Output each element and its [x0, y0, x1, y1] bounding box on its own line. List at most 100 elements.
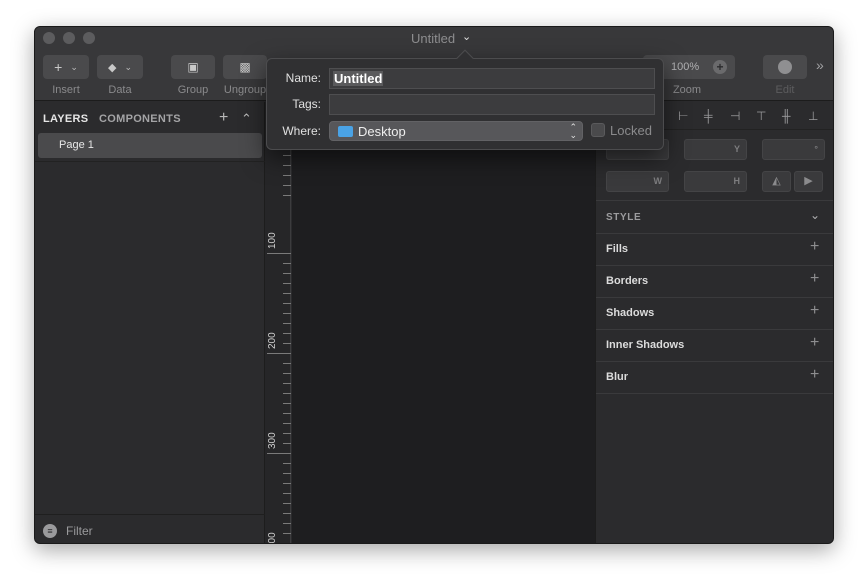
ruler-tick	[283, 283, 291, 284]
add-shadow-icon[interactable]: +	[810, 302, 819, 320]
y-field[interactable]: Y	[684, 139, 747, 160]
ungroup-button[interactable]: ▩	[223, 55, 267, 79]
blur-label: Blur	[606, 371, 628, 383]
add-fill-icon[interactable]: +	[810, 238, 819, 256]
close-window-button[interactable]	[43, 32, 55, 44]
where-select[interactable]: Desktop ⌃ ⌄	[329, 121, 583, 141]
data-button[interactable]: ◆ ⌄	[97, 55, 143, 79]
ruler-tick	[283, 333, 291, 334]
ruler-tick	[283, 513, 291, 514]
ruler-tick	[283, 503, 291, 504]
inner-shadows-label: Inner Shadows	[606, 339, 685, 351]
zoom-in-icon[interactable]: +	[713, 60, 727, 74]
inspector-divider	[596, 297, 833, 298]
filter-label: Filter	[66, 524, 93, 538]
chevron-down-icon[interactable]: ⌄	[810, 208, 820, 222]
ruler-tick	[283, 463, 291, 464]
ruler-tick	[283, 185, 291, 186]
name-field[interactable]: Untitled	[329, 68, 655, 89]
ruler-mark: 200	[267, 332, 278, 349]
ruler-major-tick	[267, 353, 291, 354]
zoom-value: 100%	[671, 61, 700, 73]
zoom-window-button[interactable]	[83, 32, 95, 44]
collapse-pages-icon[interactable]: ⌃	[241, 111, 252, 127]
ruler-tick	[283, 523, 291, 524]
ungroup-label: Ungroup	[223, 84, 267, 96]
edit-label: Edit	[775, 84, 795, 96]
ruler-tick	[283, 263, 291, 264]
align-center-horizontal-icon[interactable]: ╪	[704, 109, 713, 123]
window-title[interactable]: Untitled	[411, 31, 455, 46]
zoom-label: Zoom	[672, 84, 702, 96]
add-inner-shadow-icon[interactable]: +	[810, 334, 819, 352]
width-field[interactable]: W	[606, 171, 669, 192]
tags-field[interactable]	[329, 94, 655, 115]
where-label: Where:	[282, 124, 321, 138]
layers-sidebar: LAYERS COMPONENTS + ⌃ Page 1 ≡ Filter	[35, 102, 265, 543]
plus-icon: +	[54, 59, 63, 75]
insert-button[interactable]: + ⌄	[43, 55, 89, 79]
align-bottom-icon[interactable]: ⊥	[808, 109, 818, 123]
canvas[interactable]	[292, 102, 595, 543]
tags-label: Tags:	[292, 97, 321, 111]
ruler-mark: 300	[267, 432, 278, 449]
add-blur-icon[interactable]: +	[810, 366, 819, 384]
where-select-value: Desktop	[358, 124, 406, 139]
align-left-icon[interactable]: ⊢	[678, 109, 688, 123]
align-top-icon[interactable]: ⊤	[756, 109, 766, 123]
rotation-field-label: °	[814, 144, 818, 154]
inspector-divider	[596, 233, 833, 234]
tab-layers[interactable]: LAYERS	[43, 113, 88, 125]
filter-icon: ≡	[43, 524, 57, 538]
rotation-field[interactable]: °	[762, 139, 825, 160]
edit-icon	[778, 60, 792, 74]
align-middle-vertical-icon[interactable]: ╫	[782, 109, 791, 123]
toolbar-overflow-icon[interactable]: »	[816, 57, 824, 73]
data-label: Data	[108, 84, 132, 96]
ruler-tick	[283, 323, 291, 324]
ruler-tick	[283, 195, 291, 196]
page-name: Page 1	[59, 139, 94, 151]
align-right-icon[interactable]: ⊣	[730, 109, 740, 123]
ruler-major-tick	[267, 453, 291, 454]
minimize-window-button[interactable]	[63, 32, 75, 44]
ruler-tick	[283, 155, 291, 156]
ruler-tick	[283, 343, 291, 344]
ruler-tick	[283, 413, 291, 414]
name-label: Name:	[285, 71, 321, 85]
height-field-label: H	[733, 176, 741, 186]
inspector-divider	[596, 361, 833, 362]
flip-vertical-icon[interactable]: ▶	[794, 171, 823, 192]
ruler-tick	[283, 443, 291, 444]
edit-button[interactable]	[763, 55, 807, 79]
ruler-tick	[283, 303, 291, 304]
group-label: Group	[177, 84, 209, 96]
ruler-tick	[283, 493, 291, 494]
ruler-tick	[283, 533, 291, 534]
ruler-tick	[283, 165, 291, 166]
filter-bar[interactable]: ≡ Filter	[35, 514, 265, 543]
add-page-icon[interactable]: +	[219, 109, 228, 127]
style-header: STYLE	[606, 212, 642, 223]
folder-icon	[338, 126, 353, 137]
ruler-tick	[283, 423, 291, 424]
inspector-divider	[596, 329, 833, 330]
data-icon: ◆	[107, 61, 117, 74]
flip-horizontal-icon[interactable]: ◭	[762, 171, 791, 192]
group-button[interactable]: ▣	[171, 55, 215, 79]
y-field-label: Y	[733, 144, 740, 154]
width-field-label: W	[653, 176, 663, 186]
inspector-divider	[596, 265, 833, 266]
height-field[interactable]: H	[684, 171, 747, 192]
add-border-icon[interactable]: +	[810, 270, 819, 288]
name-field-value: Untitled	[333, 71, 384, 86]
ruler-tick	[283, 273, 291, 274]
page-list-item[interactable]: Page 1	[38, 133, 262, 158]
ruler-tick	[283, 363, 291, 364]
ruler-tick	[283, 293, 291, 294]
locked-checkbox[interactable]	[591, 123, 605, 137]
group-icon: ▣	[187, 60, 199, 74]
title-chevron-icon[interactable]: ⌄	[462, 30, 471, 43]
tab-components[interactable]: COMPONENTS	[99, 113, 181, 125]
inspector-divider	[596, 393, 833, 394]
